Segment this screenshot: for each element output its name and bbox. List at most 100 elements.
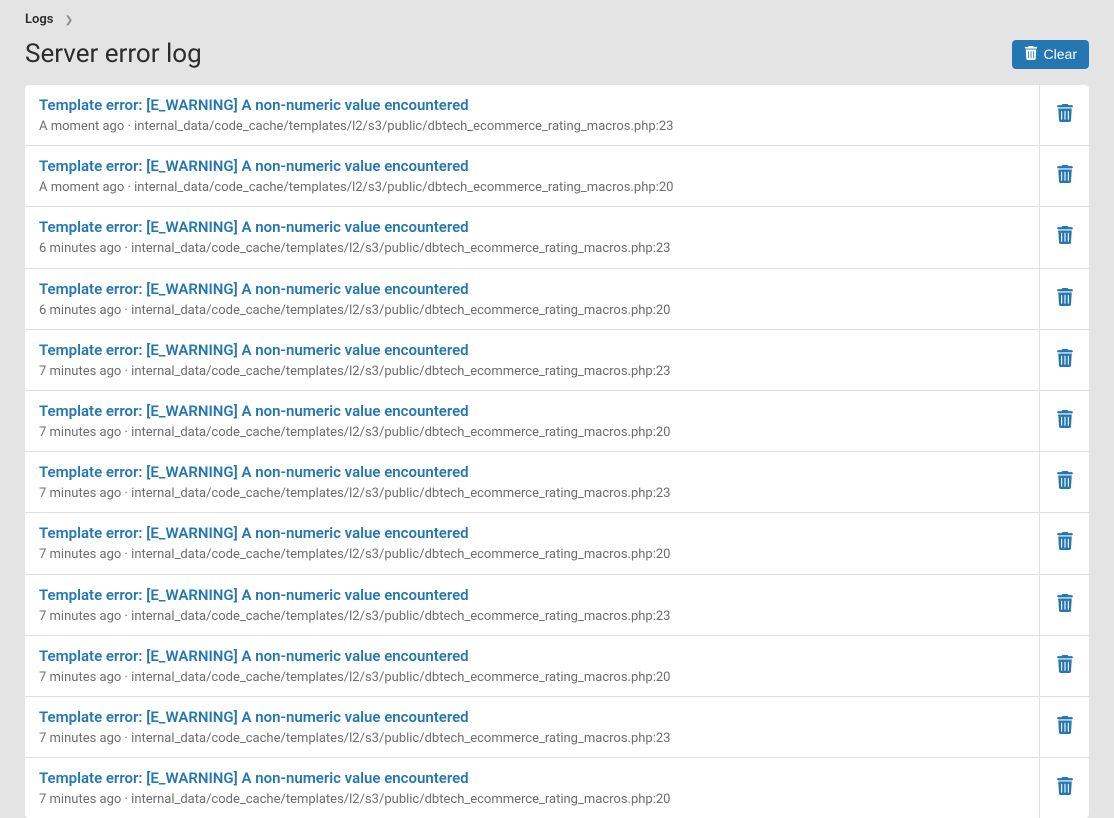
log-main[interactable]: Template error: [E_WARNING] A non-numeri… — [25, 575, 1039, 635]
delete-button[interactable] — [1039, 513, 1089, 573]
log-time: 7 minutes ago — [39, 547, 121, 562]
log-main[interactable]: Template error: [E_WARNING] A non-numeri… — [25, 330, 1039, 390]
log-time: 7 minutes ago — [39, 486, 121, 501]
delete-button[interactable] — [1039, 575, 1089, 635]
delete-button[interactable] — [1039, 697, 1089, 757]
log-meta: 6 minutes ago · internal_data/code_cache… — [39, 240, 1025, 258]
log-list: Template error: [E_WARNING] A non-numeri… — [25, 85, 1089, 818]
log-main[interactable]: Template error: [E_WARNING] A non-numeri… — [25, 636, 1039, 696]
log-time: 7 minutes ago — [39, 364, 121, 379]
delete-button[interactable] — [1039, 85, 1089, 145]
trash-icon — [1057, 104, 1073, 126]
log-main[interactable]: Template error: [E_WARNING] A non-numeri… — [25, 758, 1039, 818]
log-meta: A moment ago · internal_data/code_cache/… — [39, 118, 1025, 136]
delete-button[interactable] — [1039, 636, 1089, 696]
trash-icon — [1057, 471, 1073, 493]
log-time: 7 minutes ago — [39, 425, 121, 440]
log-path: internal_data/code_cache/templates/l2/s3… — [131, 609, 670, 624]
log-meta: 6 minutes ago · internal_data/code_cache… — [39, 302, 1025, 320]
log-time: 7 minutes ago — [39, 609, 121, 624]
log-title[interactable]: Template error: [E_WARNING] A non-numeri… — [39, 217, 1025, 238]
log-main[interactable]: Template error: [E_WARNING] A non-numeri… — [25, 513, 1039, 573]
log-meta: 7 minutes ago · internal_data/code_cache… — [39, 485, 1025, 503]
log-path: internal_data/code_cache/templates/l2/s3… — [131, 547, 670, 562]
log-meta: 7 minutes ago · internal_data/code_cache… — [39, 546, 1025, 564]
log-time: 6 minutes ago — [39, 241, 121, 256]
log-meta: 7 minutes ago · internal_data/code_cache… — [39, 730, 1025, 748]
log-path: internal_data/code_cache/templates/l2/s3… — [134, 119, 673, 134]
log-path: internal_data/code_cache/templates/l2/s3… — [131, 425, 670, 440]
log-title[interactable]: Template error: [E_WARNING] A non-numeri… — [39, 523, 1025, 544]
chevron-right-icon: ❯ — [65, 15, 73, 26]
log-main[interactable]: Template error: [E_WARNING] A non-numeri… — [25, 391, 1039, 451]
trash-icon — [1024, 46, 1038, 63]
log-title[interactable]: Template error: [E_WARNING] A non-numeri… — [39, 585, 1025, 606]
clear-button-label: Clear — [1044, 46, 1077, 62]
log-row: Template error: [E_WARNING] A non-numeri… — [25, 146, 1089, 207]
log-meta: 7 minutes ago · internal_data/code_cache… — [39, 424, 1025, 442]
delete-button[interactable] — [1039, 452, 1089, 512]
log-meta: A moment ago · internal_data/code_cache/… — [39, 179, 1025, 197]
log-row: Template error: [E_WARNING] A non-numeri… — [25, 513, 1089, 574]
log-path: internal_data/code_cache/templates/l2/s3… — [131, 241, 670, 256]
log-path: internal_data/code_cache/templates/l2/s3… — [131, 486, 670, 501]
log-time: A moment ago — [39, 180, 124, 195]
log-main[interactable]: Template error: [E_WARNING] A non-numeri… — [25, 207, 1039, 267]
log-title[interactable]: Template error: [E_WARNING] A non-numeri… — [39, 279, 1025, 300]
log-row: Template error: [E_WARNING] A non-numeri… — [25, 452, 1089, 513]
log-title[interactable]: Template error: [E_WARNING] A non-numeri… — [39, 707, 1025, 728]
log-path: internal_data/code_cache/templates/l2/s3… — [131, 303, 670, 318]
log-row: Template error: [E_WARNING] A non-numeri… — [25, 758, 1089, 818]
log-title[interactable]: Template error: [E_WARNING] A non-numeri… — [39, 401, 1025, 422]
trash-icon — [1057, 226, 1073, 248]
trash-icon — [1057, 349, 1073, 371]
log-title[interactable]: Template error: [E_WARNING] A non-numeri… — [39, 95, 1025, 116]
log-title[interactable]: Template error: [E_WARNING] A non-numeri… — [39, 340, 1025, 361]
delete-button[interactable] — [1039, 758, 1089, 818]
trash-icon — [1057, 777, 1073, 799]
delete-button[interactable] — [1039, 391, 1089, 451]
clear-button[interactable]: Clear — [1012, 40, 1089, 69]
log-title[interactable]: Template error: [E_WARNING] A non-numeri… — [39, 646, 1025, 667]
trash-icon — [1057, 288, 1073, 310]
log-path: internal_data/code_cache/templates/l2/s3… — [131, 792, 670, 807]
log-time: 6 minutes ago — [39, 303, 121, 318]
log-title[interactable]: Template error: [E_WARNING] A non-numeri… — [39, 768, 1025, 789]
log-time: A moment ago — [39, 119, 124, 134]
log-main[interactable]: Template error: [E_WARNING] A non-numeri… — [25, 269, 1039, 329]
breadcrumb-root[interactable]: Logs — [25, 12, 53, 27]
delete-button[interactable] — [1039, 207, 1089, 267]
log-main[interactable]: Template error: [E_WARNING] A non-numeri… — [25, 452, 1039, 512]
log-row: Template error: [E_WARNING] A non-numeri… — [25, 85, 1089, 146]
trash-icon — [1057, 594, 1073, 616]
log-row: Template error: [E_WARNING] A non-numeri… — [25, 207, 1089, 268]
log-row: Template error: [E_WARNING] A non-numeri… — [25, 330, 1089, 391]
delete-button[interactable] — [1039, 330, 1089, 390]
log-meta: 7 minutes ago · internal_data/code_cache… — [39, 608, 1025, 626]
page-title: Server error log — [25, 39, 202, 69]
log-main[interactable]: Template error: [E_WARNING] A non-numeri… — [25, 146, 1039, 206]
log-path: internal_data/code_cache/templates/l2/s3… — [131, 731, 670, 746]
trash-icon — [1057, 655, 1073, 677]
log-title[interactable]: Template error: [E_WARNING] A non-numeri… — [39, 156, 1025, 177]
log-row: Template error: [E_WARNING] A non-numeri… — [25, 575, 1089, 636]
breadcrumb: Logs ❯ — [25, 0, 1089, 35]
trash-icon — [1057, 532, 1073, 554]
trash-icon — [1057, 716, 1073, 738]
trash-icon — [1057, 410, 1073, 432]
delete-button[interactable] — [1039, 269, 1089, 329]
delete-button[interactable] — [1039, 146, 1089, 206]
log-row: Template error: [E_WARNING] A non-numeri… — [25, 697, 1089, 758]
trash-icon — [1057, 165, 1073, 187]
log-meta: 7 minutes ago · internal_data/code_cache… — [39, 363, 1025, 381]
log-path: internal_data/code_cache/templates/l2/s3… — [131, 670, 670, 685]
log-row: Template error: [E_WARNING] A non-numeri… — [25, 269, 1089, 330]
log-time: 7 minutes ago — [39, 792, 121, 807]
log-time: 7 minutes ago — [39, 731, 121, 746]
log-main[interactable]: Template error: [E_WARNING] A non-numeri… — [25, 85, 1039, 145]
log-row: Template error: [E_WARNING] A non-numeri… — [25, 391, 1089, 452]
log-main[interactable]: Template error: [E_WARNING] A non-numeri… — [25, 697, 1039, 757]
log-meta: 7 minutes ago · internal_data/code_cache… — [39, 791, 1025, 809]
page-header: Server error log Clear — [25, 35, 1089, 85]
log-title[interactable]: Template error: [E_WARNING] A non-numeri… — [39, 462, 1025, 483]
